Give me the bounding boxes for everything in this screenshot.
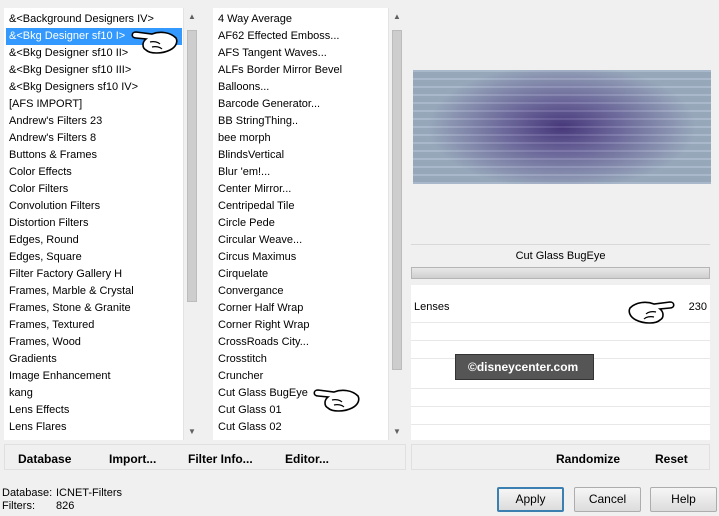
param-value: 230 [688,301,707,313]
scroll-thumb[interactable] [187,30,197,302]
list-item[interactable]: Buttons & Frames [6,147,182,164]
list-item[interactable]: Frames, Wood [6,334,182,351]
filters-panel: 4 Way Average AF62 Effected Emboss... AFS … [213,8,405,440]
list-item[interactable]: Balloons... [215,79,387,96]
list-item[interactable]: Centripedal Tile [215,198,387,215]
filter-info-button[interactable]: Filter Info... [188,452,253,466]
list-item[interactable]: Cruncher [215,368,387,385]
list-item[interactable]: &<Background Designers IV> [6,11,182,28]
filter-title-bar: Cut Glass BugEye [411,244,710,266]
scroll-up-arrow-icon[interactable]: ▲ [184,8,200,25]
list-item[interactable]: Andrew's Filters 8 [6,130,182,147]
pointing-hand-icon [313,389,360,412]
list-item[interactable]: CrossRoads City... [215,334,387,351]
list-item[interactable]: Image Enhancement [6,368,182,385]
list-item[interactable]: &<Bkg Designer sf10 III> [6,62,182,79]
categories-panel: &<Background Designers IV> &<Bkg Designer… [4,8,200,440]
watermark-text: ©disneycenter.com [468,360,579,374]
apply-button[interactable]: Apply [497,487,564,512]
scroll-down-arrow-icon[interactable]: ▼ [184,423,200,440]
cancel-button[interactable]: Cancel [574,487,641,512]
categories-list[interactable]: &<Background Designers IV> &<Bkg Designer… [6,11,182,439]
list-item[interactable]: Cut Glass BugEye [215,385,387,402]
list-item[interactable]: AFS Tangent Waves... [215,45,387,62]
status-area: Database: ICNET-Filters Filters: 826 [2,487,182,515]
list-item[interactable]: bee morph [215,130,387,147]
list-item[interactable]: BlindsVertical [215,147,387,164]
filters-count: 826 [56,500,75,512]
categories-scrollbar[interactable]: ▲ ▼ [183,8,200,440]
list-item[interactable]: Cirquelate [215,266,387,283]
param-divider [411,388,710,389]
param-divider [411,340,710,341]
list-item[interactable]: ALFs Border Mirror Bevel [215,62,387,79]
list-item[interactable]: 4 Way Average [215,11,387,28]
list-item[interactable]: Center Mirror... [215,181,387,198]
list-item[interactable]: Edges, Square [6,249,182,266]
param-divider [411,406,710,407]
filters-label: Filters: [2,500,35,512]
list-item[interactable]: Color Filters [6,181,182,198]
list-item[interactable]: Lens Flares [6,419,182,436]
list-item[interactable]: Gradients [6,351,182,368]
param-divider [411,424,710,425]
list-item[interactable]: Andrew's Filters 23 [6,113,182,130]
list-item[interactable]: Cut Glass 01 [215,402,387,419]
list-item[interactable]: Circle Pede [215,215,387,232]
list-item[interactable]: Circular Weave... [215,232,387,249]
filters-scrollbar[interactable]: ▲ ▼ [388,8,405,440]
randomize-button[interactable]: Randomize [556,452,620,466]
scroll-thumb[interactable] [392,30,402,370]
pointing-hand-icon [131,31,178,54]
editor-button[interactable]: Editor... [285,452,329,466]
filter-title: Cut Glass BugEye [515,250,606,262]
list-item[interactable]: Color Effects [6,164,182,181]
list-item[interactable]: Barcode Generator... [215,96,387,113]
database-button[interactable]: Database [18,452,71,466]
list-item[interactable]: [AFS IMPORT] [6,96,182,113]
list-item[interactable]: Cut Glass 02 [215,419,387,436]
pointing-hand-icon [628,301,675,324]
database-label: Database: [2,487,53,499]
list-item[interactable]: Lens Effects [6,402,182,419]
scroll-up-arrow-icon[interactable]: ▲ [389,8,405,25]
list-item[interactable]: Filter Factory Gallery H [6,266,182,283]
list-item[interactable]: Corner Right Wrap [215,317,387,334]
list-item[interactable]: Blur 'em!... [215,164,387,181]
watermark-badge: ©disneycenter.com [455,354,594,380]
list-item[interactable]: Edges, Round [6,232,182,249]
filters-list[interactable]: 4 Way Average AF62 Effected Emboss... AFS … [215,11,387,439]
list-item[interactable]: Frames, Textured [6,317,182,334]
preview-area [410,8,711,240]
database-value: ICNET-Filters [56,487,122,499]
list-item[interactable]: Frames, Marble & Crystal [6,283,182,300]
list-item[interactable]: Corner Half Wrap [215,300,387,317]
reset-button[interactable]: Reset [655,452,688,466]
list-item[interactable]: Convolution Filters [6,198,182,215]
preview-image[interactable] [413,70,711,184]
list-item[interactable]: Circus Maximus [215,249,387,266]
list-item[interactable]: &<Bkg Designers sf10 IV> [6,79,182,96]
list-item[interactable]: Frames, Stone & Granite [6,300,182,317]
list-item[interactable]: Distortion Filters [6,215,182,232]
param-label: Lenses [414,301,450,313]
help-button[interactable]: Help [650,487,717,512]
list-item[interactable]: BB StringThing.. [215,113,387,130]
list-item[interactable]: AF62 Effected Emboss... [215,28,387,45]
scroll-down-arrow-icon[interactable]: ▼ [389,423,405,440]
import-button[interactable]: Import... [109,452,156,466]
list-item[interactable]: Convergance [215,283,387,300]
list-item[interactable]: Crosstitch [215,351,387,368]
progress-bar [411,267,710,279]
list-item[interactable]: kang [6,385,182,402]
